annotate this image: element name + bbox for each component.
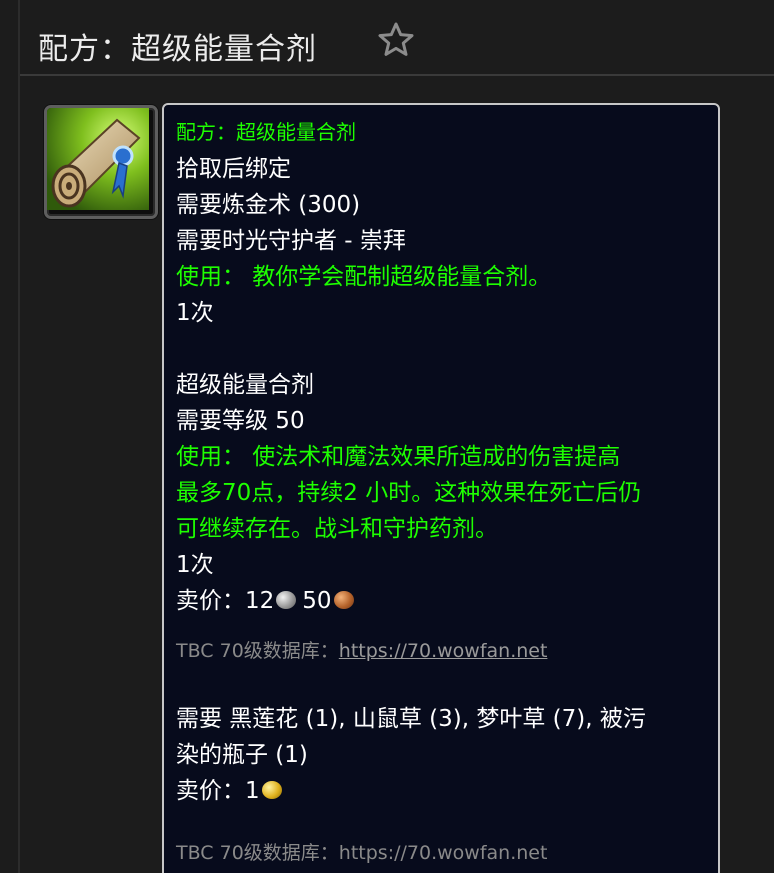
charges-text: 1次 xyxy=(176,552,214,578)
required-skill: 需要炼金术 (300) xyxy=(176,192,361,218)
charges-text: 1次 xyxy=(176,300,214,326)
star-outline-icon[interactable] xyxy=(376,20,416,60)
reagents-line: 需要 黑莲花 (1), 山鼠草 (3), 梦叶草 (7), 被污 xyxy=(176,706,646,732)
required-reputation: 需要时光守护者 - 崇拜 xyxy=(176,228,406,254)
required-level: 需要等级 50 xyxy=(176,408,305,434)
sell-price-label: 卖价： xyxy=(176,588,245,614)
left-divider xyxy=(18,0,20,873)
page-header: 配方：超级能量合剂 xyxy=(20,0,774,76)
sell-price: 卖价：12 50 xyxy=(176,583,718,619)
silver-amount: 12 xyxy=(245,588,275,614)
bind-text: 拾取后绑定 xyxy=(176,156,291,182)
copper-coin-icon xyxy=(333,590,354,609)
item-name: 配方：超级能量合剂 xyxy=(176,120,356,144)
recipe-scroll-icon[interactable] xyxy=(44,105,158,219)
use-effect-line: 使用： 使法术和魔法效果所造成的伤害提高 xyxy=(176,444,621,470)
page: 配方：超级能量合剂 配方：超级能量合剂 拾取后绑定 需要炼金术 (300) 需要… xyxy=(0,0,774,873)
use-recipe-text: 使用： 教你学会配制超级能量合剂。 xyxy=(176,264,552,290)
page-title: 配方：超级能量合剂 xyxy=(38,32,317,67)
created-item-name: 超级能量合剂 xyxy=(176,372,314,398)
use-effect-line: 可继续存在。战斗和守护药剂。 xyxy=(176,516,498,542)
silver-coin-icon xyxy=(276,590,297,609)
gold-coin-icon xyxy=(261,780,282,799)
sell-price: 卖价：1 xyxy=(176,773,718,809)
database-credit-cutoff: TBC 70级数据库：https://70.wowfan.net xyxy=(176,842,548,864)
sell-price-label: 卖价： xyxy=(176,778,245,804)
use-effect-line: 最多70点，持续2 小时。这种效果在死亡后仍 xyxy=(176,480,642,506)
database-label: TBC 70级数据库： xyxy=(176,640,339,662)
gold-amount: 1 xyxy=(245,778,260,804)
database-link[interactable]: https://70.wowfan.net xyxy=(339,640,548,662)
reagents-line: 染的瓶子 (1) xyxy=(176,742,308,768)
item-tooltip: 配方：超级能量合剂 拾取后绑定 需要炼金术 (300) 需要时光守护者 - 崇拜… xyxy=(162,103,720,873)
database-credit: TBC 70级数据库：https://70.wowfan.net xyxy=(176,633,718,669)
copper-amount: 50 xyxy=(302,588,332,614)
